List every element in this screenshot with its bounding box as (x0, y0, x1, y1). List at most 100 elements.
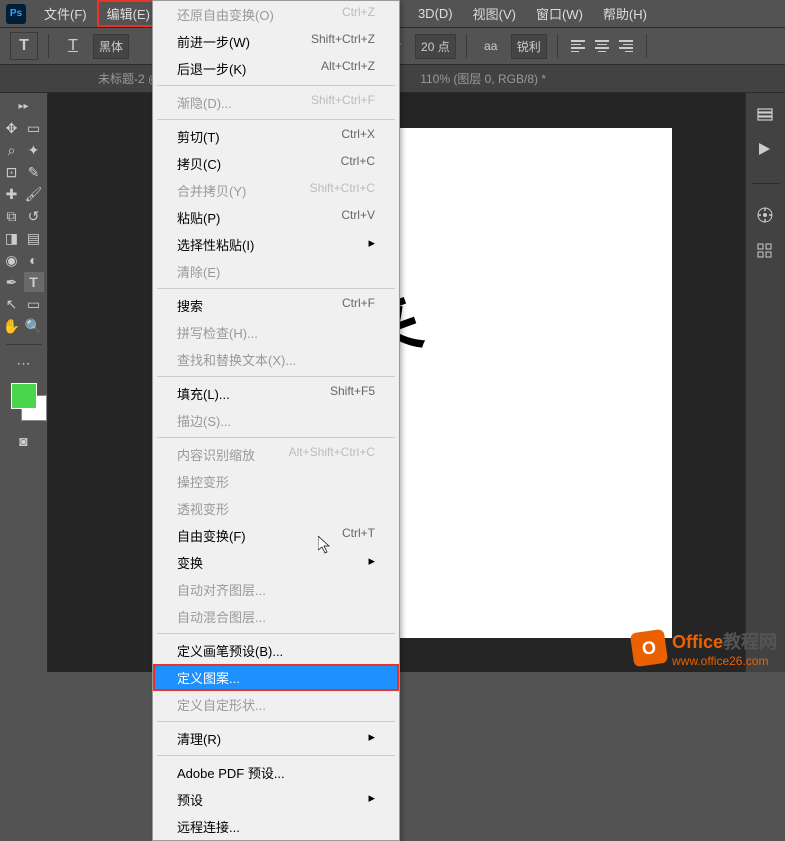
font-size[interactable]: 20 点 (415, 34, 456, 59)
menu-item-10[interactable]: 选择性粘贴(I)▸ (153, 231, 399, 258)
clone-tool[interactable]: ⧉ (2, 206, 22, 226)
menu-item-9[interactable]: 粘贴(P)Ctrl+V (153, 204, 399, 231)
tab-2[interactable]: 110% (图层 0, RGB/8) * (410, 64, 556, 93)
align-right[interactable] (614, 35, 636, 57)
menu-file[interactable]: 文件(F) (34, 0, 97, 27)
menu-item-36[interactable]: 远程连接... (153, 813, 399, 840)
menu-window[interactable]: 窗口(W) (526, 0, 593, 27)
menu-view[interactable]: 视图(V) (463, 0, 526, 27)
menu-item-26: 自动混合图层... (153, 603, 399, 630)
submenu-arrow-icon: ▸ (358, 553, 375, 572)
menu-item-label: 拼写检查(H)... (177, 323, 258, 342)
gradient-tool[interactable]: ▤ (24, 228, 44, 248)
move-tool[interactable]: ✥ (2, 118, 22, 138)
menu-item-label: 自由变换(F) (177, 526, 246, 545)
menu-item-25: 自动对齐图层... (153, 576, 399, 603)
menu-item-15: 查找和替换文本(X)... (153, 346, 399, 373)
menu-help[interactable]: 帮助(H) (593, 0, 657, 27)
play-icon[interactable] (756, 141, 776, 161)
lasso-tool[interactable]: ⌕ (2, 140, 22, 160)
foreground-color[interactable] (11, 383, 37, 409)
menu-item-13[interactable]: 搜索Ctrl+F (153, 292, 399, 319)
align-center[interactable] (591, 35, 613, 57)
menu-item-label: 前进一步(W) (177, 32, 250, 51)
menu-item-34[interactable]: Adobe PDF 预设... (153, 759, 399, 786)
menu-item-label: 定义画笔预设(B)... (177, 641, 283, 660)
pen-tool[interactable]: ✒ (2, 272, 22, 292)
quickmask[interactable]: ◙ (14, 431, 34, 451)
menu-item-shortcut: Alt+Ctrl+Z (321, 59, 375, 78)
menu-item-label: 粘贴(P) (177, 208, 220, 227)
menu-item-1[interactable]: 前进一步(W)Shift+Ctrl+Z (153, 28, 399, 55)
tool-panel: ▸▸ ✥ ▭ ⌕ ✦ ⊡ ✎ ✚ 🖌 ⧉ ↺ ◨ ▤ ◉ ◐ ✒ T ↖ ▭ ✋… (0, 93, 48, 672)
menu-item-23[interactable]: 自由变换(F) Ctrl+T (153, 522, 399, 549)
hand-tool[interactable]: ✋ (2, 316, 22, 336)
aa-label: aa (477, 32, 505, 60)
menu-item-label: 预设 (177, 790, 203, 809)
menu-item-32[interactable]: 清理(R)▸ (153, 725, 399, 752)
shape-tool[interactable]: ▭ (24, 294, 44, 314)
watermark-logo: O (630, 629, 668, 667)
menu-separator (157, 288, 395, 289)
menu-separator (157, 755, 395, 756)
menu-3d[interactable]: 3D(D) (408, 2, 463, 25)
tool-preset[interactable]: T (10, 32, 38, 60)
brush-tool[interactable]: 🖌 (24, 184, 44, 204)
font-family[interactable]: 黑体 (93, 34, 129, 59)
align-left[interactable] (568, 35, 590, 57)
menu-edit[interactable]: 编辑(E) (97, 0, 160, 27)
zoom-tool[interactable]: 🔍 (24, 316, 44, 336)
wand-tool[interactable]: ✦ (24, 140, 44, 160)
dodge-tool[interactable]: ◐ (24, 250, 44, 270)
eraser-tool[interactable]: ◨ (2, 228, 22, 248)
color-swatches[interactable] (11, 383, 37, 435)
watermark: O Office教程网 www.office26.com (632, 628, 777, 668)
path-tool[interactable]: ↖ (2, 294, 22, 314)
blur-tool[interactable]: ◉ (2, 250, 22, 270)
eyedropper-tool[interactable]: ✎ (24, 162, 44, 182)
edit-toolbar[interactable]: ⋯ (6, 353, 42, 373)
menu-item-shortcut: Shift+Ctrl+C (310, 181, 375, 200)
edit-dropdown: 还原自由变换(O)Ctrl+Z前进一步(W)Shift+Ctrl+Z后退一步(K… (152, 0, 400, 841)
crop-tool[interactable]: ⊡ (2, 162, 22, 182)
history-tool[interactable]: ↺ (24, 206, 44, 226)
canvas[interactable]: 徐来 (362, 128, 672, 638)
healing-tool[interactable]: ✚ (2, 184, 22, 204)
menu-item-label: 后退一步(K) (177, 59, 246, 78)
history-panel-icon[interactable] (756, 105, 776, 125)
menu-item-label: 查找和替换文本(X)... (177, 350, 296, 369)
menu-item-shortcut: Ctrl+Z (342, 5, 375, 24)
menu-separator (157, 721, 395, 722)
menu-item-shortcut: Shift+Ctrl+F (311, 93, 375, 112)
aa-value[interactable]: 锐利 (511, 34, 547, 59)
menu-item-24[interactable]: 变换▸ (153, 549, 399, 576)
menu-item-18: 描边(S)... (153, 407, 399, 434)
marquee-tool[interactable]: ▭ (24, 118, 44, 138)
menu-item-6[interactable]: 剪切(T)Ctrl+X (153, 123, 399, 150)
orientation-icon[interactable]: T (59, 32, 87, 60)
panel-grip[interactable]: ▸▸ (18, 101, 28, 112)
menu-item-7[interactable]: 拷贝(C)Ctrl+C (153, 150, 399, 177)
menu-item-35[interactable]: 预设▸ (153, 786, 399, 813)
menu-item-2[interactable]: 后退一步(K) Alt+Ctrl+Z (153, 55, 399, 82)
type-tool[interactable]: T (24, 272, 44, 292)
menu-item-label: 填充(L)... (177, 384, 230, 403)
compass-icon[interactable] (756, 206, 776, 226)
menu-item-28[interactable]: 定义画笔预设(B)... (153, 637, 399, 664)
menu-separator (157, 376, 395, 377)
menu-separator (157, 633, 395, 634)
menu-item-shortcut: Shift+F5 (330, 384, 375, 403)
menu-item-21: 操控变形 (153, 468, 399, 495)
submenu-arrow-icon: ▸ (358, 235, 375, 254)
menu-item-22: 透视变形 (153, 495, 399, 522)
menu-item-17[interactable]: 填充(L)... Shift+F5 (153, 380, 399, 407)
menu-item-14: 拼写检查(H)... (153, 319, 399, 346)
right-panel (745, 93, 785, 672)
menu-item-label: 定义图案... (177, 668, 240, 687)
menu-item-label: 搜索 (177, 296, 203, 315)
swatches-icon[interactable] (756, 242, 776, 262)
watermark-title: Office教程网 (672, 628, 777, 654)
menu-item-label: Adobe PDF 预设... (177, 763, 285, 782)
menu-item-29[interactable]: 定义图案... (153, 664, 399, 691)
menu-item-shortcut: Ctrl+T (342, 526, 375, 545)
